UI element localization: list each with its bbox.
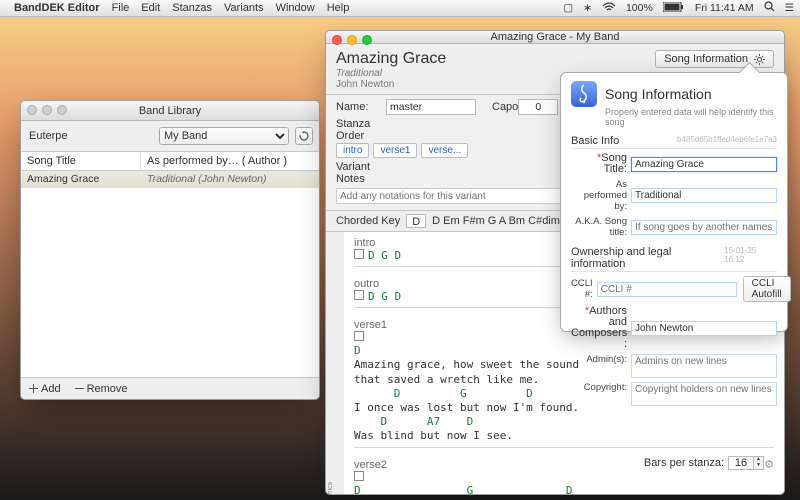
aka-label: A.K.A. Song title:: [571, 216, 631, 238]
library-titlebar[interactable]: Band Library: [21, 101, 319, 121]
spotlight-icon[interactable]: [764, 1, 775, 15]
menu-file[interactable]: File: [112, 2, 130, 14]
gear-icon[interactable]: ⚙: [764, 458, 774, 471]
ccli-field[interactable]: [597, 282, 737, 297]
cell-title: Amazing Grace: [21, 171, 141, 188]
authors-label: *Authors and Composers :: [571, 306, 631, 350]
library-source: Euterpe: [27, 130, 68, 142]
chord-line[interactable]: D G D: [368, 249, 401, 262]
battery-icon[interactable]: [663, 2, 685, 15]
side-label: Chords & Lyrics: [326, 232, 344, 495]
editor-titlebar[interactable]: Amazing Grace - My Band: [326, 31, 784, 44]
menu-variants[interactable]: Variants: [224, 2, 264, 14]
chord-line[interactable]: D G D: [354, 484, 774, 495]
notifications-icon[interactable]: ☰: [785, 2, 794, 14]
bars-label: Bars per stanza:: [644, 457, 724, 469]
stanza-marker-icon[interactable]: [354, 471, 364, 481]
stanza-name: verse1: [354, 319, 387, 331]
close-icon[interactable]: [27, 105, 37, 115]
variant-notes-label: Variant Notes: [336, 161, 386, 185]
performed-by-field[interactable]: [631, 188, 777, 203]
stanza-chip[interactable]: intro: [336, 143, 369, 158]
zoom-icon[interactable]: [57, 105, 67, 115]
library-header: Song Title As performed by… ( Author ): [21, 152, 319, 171]
bars-stepper[interactable]: ▲▼: [754, 456, 764, 470]
stanza-chip[interactable]: verse...: [421, 143, 468, 158]
bars-value[interactable]: 16: [728, 456, 754, 470]
popover-subtitle: Properly entered data will help identify…: [605, 107, 777, 127]
song-title-field[interactable]: [631, 157, 777, 172]
basic-info-label: Basic Info: [571, 135, 619, 147]
variant-name-input[interactable]: [386, 99, 476, 115]
capo-input[interactable]: [518, 99, 558, 115]
song-hash: b485d65b1ffed4eb6fe1e7a3: [677, 135, 777, 147]
library-title: Band Library: [139, 105, 201, 117]
ccli-label: CCLI #:: [571, 278, 597, 300]
menubar: BandDEK Editor File Edit Stanzas Variant…: [0, 0, 800, 17]
stanza-marker-icon[interactable]: [354, 290, 364, 300]
aka-field[interactable]: [631, 220, 777, 235]
lyric-line[interactable]: Was blind but now I see.: [354, 428, 774, 443]
wifi-icon[interactable]: [602, 2, 616, 15]
ownership-label: Ownership and legal information: [571, 246, 724, 270]
ccli-autofill-button[interactable]: CCLI Autofill: [743, 276, 791, 302]
chord-line[interactable]: D G D: [368, 290, 401, 303]
cell-performer: Traditional (John Newton): [141, 171, 319, 188]
copyright-label: Copyright:: [571, 382, 631, 393]
refresh-button[interactable]: [295, 127, 313, 145]
library-body[interactable]: Amazing Grace Traditional (John Newton): [21, 171, 319, 377]
menu-window[interactable]: Window: [276, 2, 315, 14]
key-chip[interactable]: D: [406, 214, 426, 228]
copyright-field[interactable]: [631, 382, 777, 406]
stanza-chip[interactable]: verse1: [373, 143, 417, 158]
stanza-order-label: Stanza Order: [336, 118, 386, 142]
song-title: Amazing Grace: [336, 50, 655, 68]
band-select[interactable]: My Band: [159, 127, 289, 145]
popover-date: 15-01-25 16:12: [724, 246, 777, 270]
performed-by-label: As performed by:: [571, 179, 631, 212]
clock[interactable]: Fri 11:41 AM: [695, 2, 754, 14]
stanza-verse2: Bars per stanza: 16 ▲▼ verse2⚙ D G D 'Tw…: [354, 458, 774, 495]
song-info-button[interactable]: Song Information: [655, 50, 774, 68]
zoom-icon[interactable]: [362, 35, 372, 45]
stanza-marker-icon[interactable]: [354, 249, 364, 259]
library-window: Band Library Euterpe My Band Song Title …: [20, 100, 320, 400]
remove-button[interactable]: Remove: [75, 383, 128, 395]
menu-help[interactable]: Help: [327, 2, 350, 14]
song-title-label: *Song Title:: [571, 153, 631, 175]
authors-field[interactable]: [631, 321, 777, 336]
treble-clef-icon: [571, 81, 597, 107]
add-button[interactable]: Add: [29, 383, 61, 395]
admins-field[interactable]: [631, 354, 777, 378]
admins-label: Admin(s):: [571, 354, 631, 365]
minimize-icon[interactable]: [347, 35, 357, 45]
app-menu[interactable]: BandDEK Editor: [14, 2, 100, 14]
chorded-key-label: Chorded Key: [336, 215, 400, 227]
table-row[interactable]: Amazing Grace Traditional (John Newton): [21, 171, 319, 188]
col-title[interactable]: Song Title: [21, 152, 141, 170]
gear-icon: [754, 54, 765, 65]
close-icon[interactable]: [332, 35, 342, 45]
menu-edit[interactable]: Edit: [141, 2, 160, 14]
song-info-popover: Song Information Properly entered data w…: [560, 72, 788, 332]
stanza-marker-icon[interactable]: [354, 331, 364, 341]
stanza-name: outro: [354, 278, 379, 290]
variant-name-label: Name:: [336, 101, 386, 113]
stanza-name: verse2: [354, 459, 387, 471]
col-performer[interactable]: As performed by… ( Author ): [141, 152, 319, 170]
bluetooth-icon[interactable]: ∗: [583, 2, 592, 14]
chord-line[interactable]: D A7 D: [354, 415, 774, 428]
capo-label: Capo: [492, 101, 518, 113]
airplay-icon[interactable]: ▢: [563, 2, 573, 14]
editor-title: Amazing Grace - My Band: [491, 31, 620, 43]
stanza-name: intro: [354, 237, 375, 249]
menu-stanzas[interactable]: Stanzas: [172, 2, 212, 14]
keys-list: D Em F#m G A Bm C#dim: [432, 215, 560, 227]
minimize-icon[interactable]: [42, 105, 52, 115]
popover-title: Song Information: [605, 86, 712, 102]
wifi-pct: 100%: [626, 2, 653, 14]
